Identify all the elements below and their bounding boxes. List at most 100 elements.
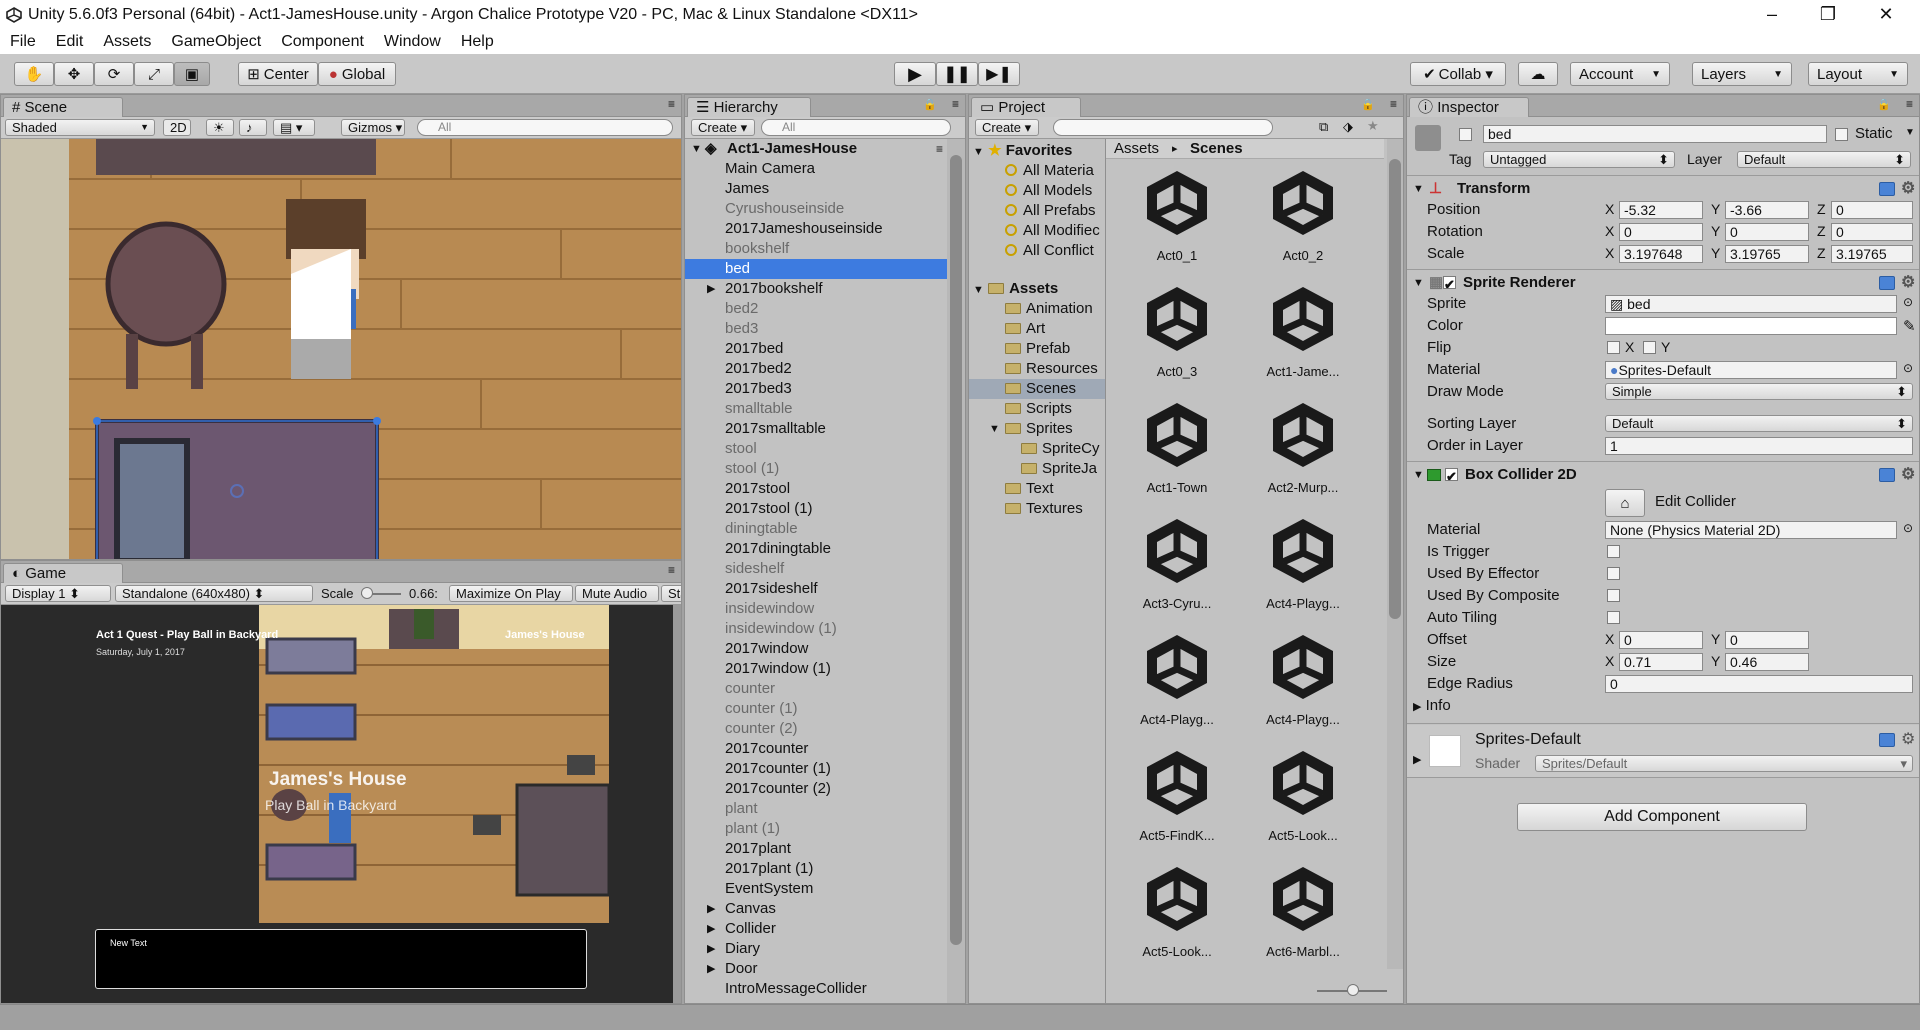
object-picker-icon[interactable]: ⊙ xyxy=(1903,361,1913,375)
object-picker-icon[interactable]: ⊙ xyxy=(1903,295,1913,309)
hierarchy-item[interactable]: ▶ 2017bookshelf xyxy=(685,279,947,299)
gizmos-dropdown[interactable]: Gizmos ▾ xyxy=(341,119,405,136)
hand-tool-button[interactable]: ✋ xyxy=(14,62,54,86)
filter-label-icon[interactable]: ⬗ xyxy=(1343,119,1353,135)
folder-item[interactable]: ▼ Sprites xyxy=(989,419,1073,439)
hierarchy-item[interactable]: sideshelf xyxy=(685,559,947,579)
layers-dropdown[interactable]: Layers ▼ xyxy=(1692,62,1792,86)
play-button[interactable]: ▶ xyxy=(894,62,936,86)
folder-item[interactable]: Scripts xyxy=(1005,399,1072,419)
filter-type-icon[interactable]: ⧉ xyxy=(1319,119,1328,135)
panel-menu-icon[interactable]: ≡ xyxy=(1390,97,1397,111)
hierarchy-item[interactable]: bookshelf xyxy=(685,239,947,259)
tab-hierarchy[interactable]: ☰ Hierarchy xyxy=(687,97,811,117)
scale-z-field[interactable]: 3.19765 xyxy=(1831,245,1913,263)
help-icon[interactable] xyxy=(1879,276,1895,290)
rect-tool-button[interactable]: ▣ xyxy=(174,62,210,86)
scene-asset[interactable]: Act0_2 xyxy=(1240,167,1366,263)
sorting-layer-dropdown[interactable]: Default ⬍ xyxy=(1605,415,1913,432)
rotation-y-field[interactable]: 0 xyxy=(1725,223,1809,241)
edge-radius-field[interactable]: 0 xyxy=(1605,675,1913,693)
panel-menu-icon[interactable]: ≡ xyxy=(1906,97,1913,111)
mode-2d-toggle[interactable]: 2D xyxy=(163,119,191,136)
expand-arrow-icon[interactable]: ▶ xyxy=(707,279,715,299)
close-button[interactable]: ✕ xyxy=(1858,0,1914,30)
scene-asset[interactable]: Act6-Marbl... xyxy=(1240,863,1366,959)
color-field[interactable] xyxy=(1605,317,1897,335)
offset-x-field[interactable]: 0 xyxy=(1619,631,1703,649)
hierarchy-item[interactable]: James xyxy=(685,179,947,199)
scene-asset[interactable]: Act5-Look... xyxy=(1240,747,1366,843)
hierarchy-item[interactable]: counter (1) xyxy=(685,699,947,719)
hierarchy-item[interactable]: 2017Jameshouseinside xyxy=(685,219,947,239)
hierarchy-item[interactable]: Cyrushouseinside xyxy=(685,199,947,219)
move-tool-button[interactable]: ✥ xyxy=(54,62,94,86)
hierarchy-item[interactable]: ▶ Door xyxy=(685,959,947,979)
project-scroll-thumb[interactable] xyxy=(1389,159,1401,619)
hierarchy-item[interactable]: ▶ Collider xyxy=(685,919,947,939)
add-component-button[interactable]: Add Component xyxy=(1517,803,1807,831)
tab-game[interactable]: ◐ Game xyxy=(3,563,123,583)
scene-asset[interactable]: Act4-Playg... xyxy=(1240,515,1366,611)
sprite-field[interactable]: ▨ bed xyxy=(1605,295,1897,313)
maximize-on-play-toggle[interactable]: Maximize On Play xyxy=(449,585,573,602)
draw-mode-dropdown[interactable]: Simple ⬍ xyxy=(1605,383,1913,400)
flip-x-checkbox[interactable] xyxy=(1607,341,1620,354)
size-x-field[interactable]: 0.71 xyxy=(1619,653,1703,671)
help-icon[interactable] xyxy=(1879,468,1895,482)
scale-slider-thumb[interactable] xyxy=(361,587,373,599)
expand-arrow-icon[interactable]: ▼ xyxy=(989,419,1000,439)
scene-asset[interactable]: Act5-Look... xyxy=(1114,863,1240,959)
panel-menu-icon[interactable]: ≡ xyxy=(668,563,675,577)
hierarchy-item[interactable]: 2017window (1) xyxy=(685,659,947,679)
box-collider-enabled-checkbox[interactable]: ✔ xyxy=(1445,468,1458,484)
static-checkbox[interactable] xyxy=(1835,128,1848,141)
info-foldout[interactable]: ▶ Info xyxy=(1413,697,1451,714)
project-search-input[interactable] xyxy=(1053,119,1273,136)
hierarchy-item[interactable]: insidewindow (1) xyxy=(685,619,947,639)
object-name-field[interactable]: bed xyxy=(1483,125,1827,143)
scene-asset[interactable]: Act5-FindK... xyxy=(1114,747,1240,843)
cloud-button[interactable]: ☁ xyxy=(1518,62,1558,86)
scene-root[interactable]: ▼ ◈ Act1-JamesHouse ≡ xyxy=(685,139,947,159)
resolution-dropdown[interactable]: Standalone (640x480) ⬍ xyxy=(115,585,313,602)
minimize-button[interactable]: – xyxy=(1744,0,1800,30)
lock-icon[interactable]: 🔒 xyxy=(1361,98,1375,111)
hierarchy-create-dropdown[interactable]: Create ▾ xyxy=(691,119,755,136)
hierarchy-item[interactable]: 2017window xyxy=(685,639,947,659)
scene-search-input[interactable]: All xyxy=(417,119,673,136)
scene-asset[interactable]: Act3-Cyru... xyxy=(1114,515,1240,611)
tab-inspector[interactable]: ⓘ Inspector xyxy=(1409,97,1529,117)
pause-button[interactable]: ❚❚ xyxy=(936,62,978,86)
game-view[interactable]: Act 1 Quest - Play Ball in Backyard Satu… xyxy=(1,605,673,1003)
scale-tool-button[interactable]: ⤢ xyxy=(134,62,174,86)
pivot-global-button[interactable]: ● Global xyxy=(318,62,396,86)
shader-dropdown[interactable]: Sprites/Default ▾ xyxy=(1535,755,1913,772)
hierarchy-item[interactable]: ▶ Canvas xyxy=(685,899,947,919)
scene-asset[interactable]: Act0_3 xyxy=(1114,283,1240,379)
menu-component[interactable]: Component xyxy=(271,33,374,51)
expand-arrow-icon[interactable]: ▶ xyxy=(707,919,715,939)
shading-dropdown[interactable]: Shaded ▼ xyxy=(5,119,155,136)
hierarchy-item[interactable]: bed xyxy=(685,259,947,279)
tab-scene[interactable]: # Scene xyxy=(3,97,123,117)
breadcrumb-assets[interactable]: Assets xyxy=(1114,139,1159,159)
menu-edit[interactable]: Edit xyxy=(46,33,94,51)
game-scrollbar[interactable] xyxy=(673,605,681,1003)
breadcrumb-scenes[interactable]: Scenes xyxy=(1190,139,1243,159)
hierarchy-item[interactable]: 2017bed xyxy=(685,339,947,359)
hierarchy-item[interactable]: bed2 xyxy=(685,299,947,319)
icon-size-thumb[interactable] xyxy=(1347,984,1359,996)
rotate-tool-button[interactable]: ⟳ xyxy=(94,62,134,86)
material-field[interactable]: ●Sprites-Default xyxy=(1605,361,1897,379)
offset-y-field[interactable]: 0 xyxy=(1725,631,1809,649)
position-y-field[interactable]: -3.66 xyxy=(1725,201,1809,219)
auto-tiling-checkbox[interactable] xyxy=(1607,611,1620,624)
lighting-toggle[interactable]: ☀ xyxy=(206,119,234,136)
assets-header[interactable]: ▼ Assets xyxy=(973,279,1058,299)
project-create-dropdown[interactable]: Create ▾ xyxy=(975,119,1039,136)
favorite-star-icon[interactable]: ★ xyxy=(1367,118,1379,134)
gear-icon[interactable]: ⚙ xyxy=(1901,729,1915,749)
hierarchy-item[interactable]: smalltable xyxy=(685,399,947,419)
favorite-item[interactable]: All Materia xyxy=(1005,161,1094,181)
